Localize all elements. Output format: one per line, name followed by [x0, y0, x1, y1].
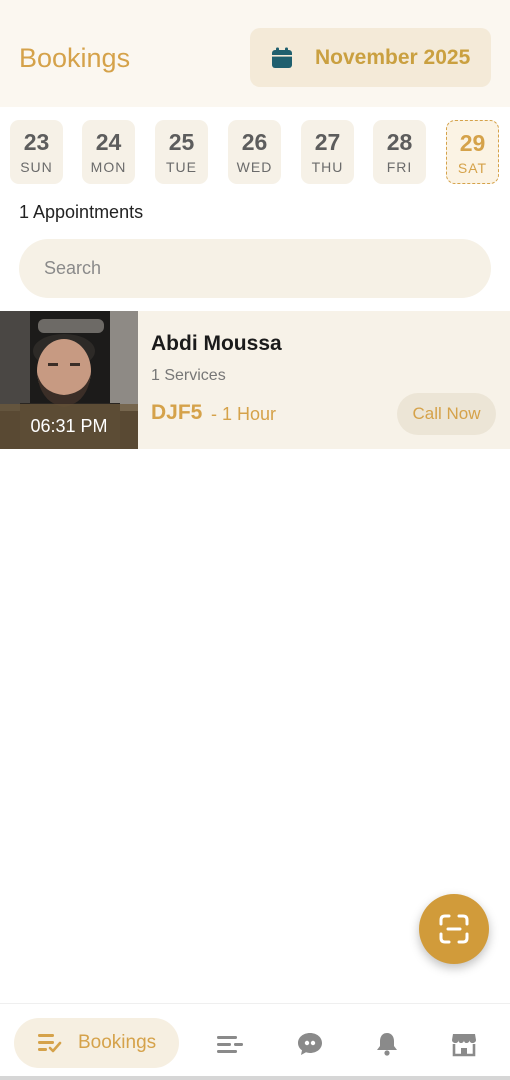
day-tue[interactable]: 25 TUE [155, 120, 208, 184]
store-icon[interactable] [451, 1031, 477, 1057]
day-number: 25 [168, 129, 195, 155]
day-number: 29 [459, 130, 486, 156]
day-number: 24 [95, 129, 122, 155]
day-sun[interactable]: 23 SUN [10, 120, 63, 184]
appointments-count: 1 Appointments [19, 202, 144, 222]
bookings-screen: Bookings November 2025 23 SUN 24 MON 25 … [0, 0, 510, 1080]
appointment-duration: - 1 Hour [211, 404, 277, 424]
appointment-time: 06:31 PM [30, 416, 108, 436]
day-selector: 23 SUN 24 MON 25 TUE 26 WED 27 THU 28 FR… [0, 118, 510, 186]
list-icon[interactable] [217, 1031, 243, 1057]
day-of-week: TUE [166, 159, 197, 175]
day-of-week: FRI [386, 159, 413, 175]
day-mon[interactable]: 24 MON [82, 120, 135, 184]
day-number: 26 [241, 129, 268, 155]
day-thu[interactable]: 27 THU [301, 120, 354, 184]
page-title: Bookings [19, 43, 131, 73]
month-label: November 2025 [315, 46, 471, 69]
chat-icon[interactable] [297, 1031, 323, 1057]
day-of-week: SUN [20, 159, 53, 175]
day-of-week: WED [236, 159, 273, 175]
call-now-button[interactable]: Call Now [397, 393, 496, 435]
day-of-week: MON [90, 159, 127, 175]
month-picker-button[interactable]: November 2025 [250, 28, 491, 87]
day-of-week: SAT [457, 160, 488, 176]
day-of-week: THU [311, 159, 344, 175]
scan-icon [439, 914, 469, 944]
bottom-navigation: Bookings [0, 1003, 510, 1080]
nav-item-bookings[interactable]: Bookings [14, 1018, 179, 1068]
appointment-price: DJF5 [151, 401, 203, 424]
day-number: 27 [314, 129, 341, 155]
day-fri[interactable]: 28 FRI [373, 120, 426, 184]
client-name: Abdi Moussa [151, 332, 282, 355]
calendar-icon [272, 47, 292, 68]
nav-item-label: Bookings [78, 1032, 157, 1053]
scan-fab-button[interactable] [419, 894, 489, 964]
day-number: 28 [386, 129, 413, 155]
bell-icon[interactable] [374, 1031, 400, 1057]
system-home-bar [0, 1076, 510, 1080]
bookings-icon [38, 1034, 62, 1053]
services-count: 1 Services [151, 367, 226, 384]
appointment-card[interactable]: 06:31 PM Abdi Moussa 1 Services DJF5 - 1… [0, 311, 510, 449]
day-sat-selected[interactable]: 29 SAT [446, 120, 499, 184]
header: Bookings November 2025 [0, 0, 510, 107]
search-input[interactable] [19, 239, 491, 298]
appointment-time-overlay: 06:31 PM [0, 404, 138, 449]
client-photo: 06:31 PM [0, 311, 138, 449]
day-number: 23 [23, 129, 50, 155]
day-wed[interactable]: 26 WED [228, 120, 281, 184]
